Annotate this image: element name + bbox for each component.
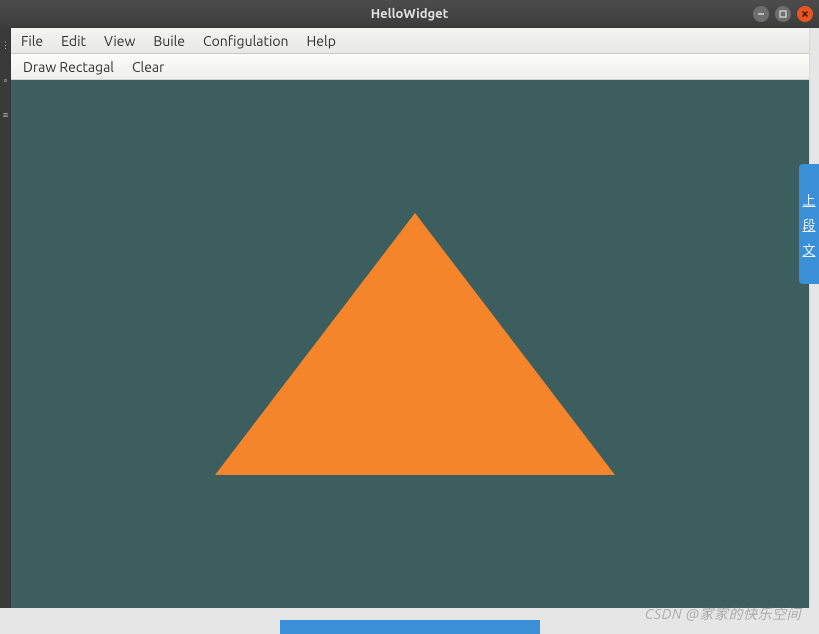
right-tab-char: 文 <box>802 240 815 259</box>
right-tab-char: 上 <box>802 190 815 209</box>
window-title: HelloWidget <box>371 7 449 21</box>
maximize-icon[interactable] <box>775 6 791 22</box>
menu-build[interactable]: Buile <box>153 33 185 49</box>
side-glyph-icon: ∘ <box>3 75 9 86</box>
titlebar: HelloWidget <box>0 0 819 28</box>
close-icon[interactable] <box>797 6 813 22</box>
menu-configulation[interactable]: Configulation <box>203 33 289 49</box>
menubar: File Edit View Buile Configulation Help <box>11 28 809 54</box>
bottom-blue-strip <box>280 620 540 634</box>
os-side-strip: ⋮ ∘ ≡ <box>0 28 11 608</box>
menu-help[interactable]: Help <box>307 33 336 49</box>
menu-view[interactable]: View <box>104 33 135 49</box>
draw-rectagal-button[interactable]: Draw Rectagal <box>23 59 114 75</box>
triangle-shape <box>215 213 615 475</box>
right-tab-char: 段 <box>802 215 815 234</box>
side-glyph-icon: ≡ <box>3 110 8 120</box>
window-controls <box>753 6 813 22</box>
side-glyph-icon: ⋮ <box>1 40 10 51</box>
clear-button[interactable]: Clear <box>132 59 164 75</box>
minimize-icon[interactable] <box>753 6 769 22</box>
menu-file[interactable]: File <box>21 33 43 49</box>
application-window: File Edit View Buile Configulation Help … <box>11 28 809 608</box>
menu-edit[interactable]: Edit <box>61 33 86 49</box>
right-side-tab[interactable]: 上 段 文 <box>799 164 819 284</box>
toolbar: Draw Rectagal Clear <box>11 54 809 80</box>
drawing-canvas[interactable] <box>11 80 809 608</box>
watermark-text: CSDN @家家的快乐空间 <box>645 604 801 624</box>
